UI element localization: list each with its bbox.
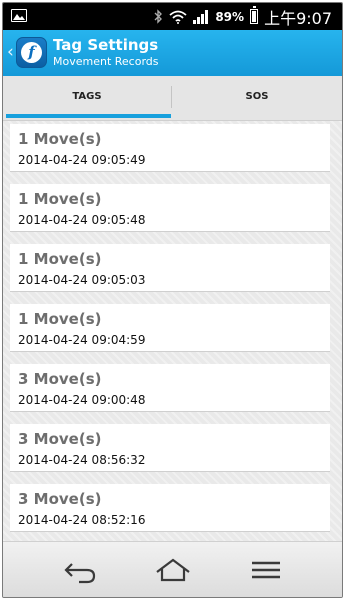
status-bar: 89% 上午9:07 <box>3 3 342 30</box>
list-item[interactable]: 3 Move(s) 2014-04-24 09:00:48 <box>10 364 330 412</box>
battery-percent: 89% <box>215 9 245 24</box>
record-timestamp: 2014-04-24 09:04:59 <box>18 333 146 347</box>
tab-sos[interactable]: SOS <box>172 76 342 120</box>
list-item[interactable]: 1 Move(s) 2014-04-24 09:05:03 <box>10 244 330 292</box>
selected-tab-indicator <box>6 114 171 118</box>
record-timestamp: 2014-04-24 09:05:48 <box>18 213 146 227</box>
record-timestamp: 2014-04-24 08:56:32 <box>18 453 146 467</box>
list-item[interactable]: 1 Move(s) 2014-04-24 09:04:59 <box>10 304 330 352</box>
move-count: 1 Move(s) <box>18 250 102 268</box>
record-timestamp: 2014-04-24 09:05:49 <box>18 153 146 167</box>
list-item[interactable]: 3 Move(s) 2014-04-24 08:52:16 <box>10 484 330 532</box>
menu-icon[interactable] <box>246 552 286 588</box>
record-timestamp: 2014-04-24 09:05:03 <box>18 273 146 287</box>
app-logo-icon[interactable]: f <box>16 37 47 68</box>
battery-icon <box>250 6 259 24</box>
move-count: 3 Move(s) <box>18 490 102 508</box>
back-icon[interactable] <box>59 552 99 588</box>
device-frame: 89% 上午9:07 ‹ f Tag Settings Movement Rec… <box>2 2 343 598</box>
up-chevron-icon[interactable]: ‹ <box>7 42 14 62</box>
bluetooth-icon <box>154 9 163 24</box>
page-title: Tag Settings <box>53 36 159 54</box>
move-count: 3 Move(s) <box>18 370 102 388</box>
app-bar: ‹ f Tag Settings Movement Records <box>3 30 342 76</box>
move-count: 1 Move(s) <box>18 310 102 328</box>
clock: 上午9:07 <box>264 8 332 28</box>
signal-icon <box>193 9 209 24</box>
record-timestamp: 2014-04-24 09:00:48 <box>18 393 146 407</box>
list-item[interactable]: 3 Move(s) 2014-04-24 08:56:32 <box>10 424 330 472</box>
move-count: 3 Move(s) <box>18 430 102 448</box>
move-count: 1 Move(s) <box>18 190 102 208</box>
wifi-icon <box>169 10 187 24</box>
home-icon[interactable] <box>153 552 193 588</box>
navigation-bar <box>3 541 342 597</box>
list-item[interactable]: 1 Move(s) 2014-04-24 09:05:48 <box>10 184 330 232</box>
record-timestamp: 2014-04-24 08:52:16 <box>18 513 146 527</box>
tab-bar: TAGS SOS <box>3 76 342 121</box>
movement-records-list[interactable]: 1 Move(s) 2014-04-24 09:05:49 1 Move(s) … <box>3 121 342 541</box>
list-item[interactable]: 1 Move(s) 2014-04-24 09:05:49 <box>10 124 330 172</box>
page-subtitle: Movement Records <box>53 55 159 68</box>
gallery-icon <box>11 9 27 22</box>
move-count: 1 Move(s) <box>18 130 102 148</box>
